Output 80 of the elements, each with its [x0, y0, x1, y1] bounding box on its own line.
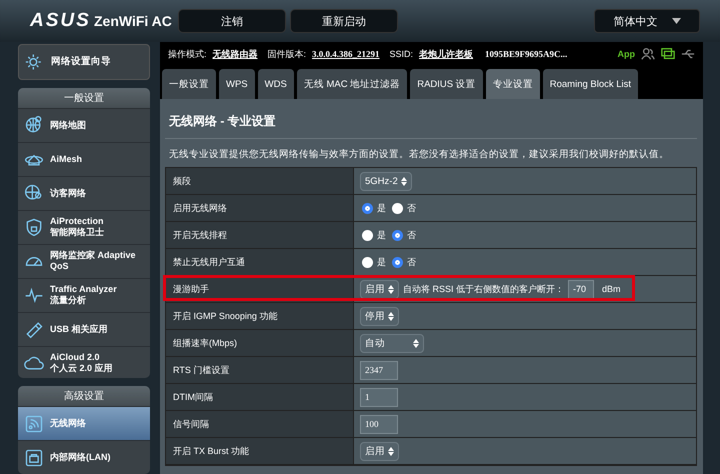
sidebar-item[interactable]: 内部网络(LAN)	[18, 440, 150, 474]
tab[interactable]: 一般设置	[162, 69, 216, 99]
radio-label: 是	[377, 256, 386, 268]
lan-icon	[24, 448, 44, 468]
sidebar-item[interactable]: 网络监控家 Adaptive QoS	[18, 244, 150, 278]
sidebar-item[interactable]: 网络地图	[18, 108, 150, 142]
setting-label: 禁止无线用户互通	[166, 249, 353, 275]
app-link[interactable]: App	[618, 49, 635, 59]
panel-title: 无线网络 - 专业设置	[165, 99, 697, 139]
ssid-text: 1095BE9F9695A9C...	[485, 49, 568, 59]
header-button[interactable]: 重新启动	[290, 9, 398, 33]
updown-arrow-icon	[388, 284, 394, 294]
sidebar-item[interactable]: AiProtection 智能网络卫士	[18, 210, 150, 244]
users-icon[interactable]	[641, 47, 655, 61]
radio-label: 是	[377, 228, 386, 242]
brand-logo: ASUS	[30, 10, 86, 32]
globe-icon	[24, 115, 44, 136]
sidebar-item[interactable]: Traffic Analyzer 流量分析	[18, 278, 150, 312]
shield-icon	[24, 217, 44, 238]
radio-button[interactable]	[362, 202, 373, 214]
tab[interactable]: 无线 MAC 地址过滤器	[296, 69, 408, 99]
setup-wizard-button[interactable]: 网络设置向导	[18, 44, 150, 80]
input-field[interactable]: -70	[568, 280, 594, 298]
setting-label: RTS 门槛设置	[166, 357, 353, 383]
updown-arrow-icon	[388, 312, 394, 320]
tab[interactable]: WDS	[258, 69, 294, 99]
dropdown[interactable]: 启用	[360, 280, 399, 298]
radio-button[interactable]	[392, 230, 403, 240]
setting-label: DTIM间隔	[166, 384, 353, 410]
setting-label: 开启 IGMP Snooping 功能	[166, 303, 353, 329]
input-field[interactable]: 1	[360, 388, 398, 406]
wifi-icon	[24, 414, 44, 434]
info-label: 操作模式:	[168, 48, 207, 60]
product-name: ZenWiFi AC	[94, 13, 173, 29]
monitor-icon[interactable]	[661, 47, 675, 61]
input-field[interactable]: 2347	[360, 360, 398, 380]
dropdown[interactable]: 自动	[360, 334, 424, 352]
dropdown[interactable]: 启用	[360, 442, 399, 460]
firmware-link[interactable]: 3.0.0.4.386_21291	[312, 49, 380, 59]
sidebar-item[interactable]: 访客网络	[18, 176, 150, 210]
radio-button[interactable]	[362, 256, 373, 268]
updown-arrow-icon	[413, 338, 419, 348]
tab[interactable]: 专业设置	[486, 69, 540, 99]
info-label: 固件版本:	[268, 48, 306, 60]
radio-label: 是	[377, 202, 386, 214]
info-label: SSID:	[390, 49, 414, 59]
setting-label: 组播速率(Mbps)	[166, 330, 353, 356]
sidebar-item[interactable]: 无线网络	[18, 406, 150, 440]
language-dropdown[interactable]: 简体中文	[594, 9, 700, 33]
setting-label: 启用无线网络	[166, 195, 353, 221]
header-button[interactable]: 注销	[178, 9, 286, 33]
setting-label: 开启无线排程	[166, 222, 353, 248]
roaming-description: 自动将 RSSI 低于右侧数值的客户断开：	[403, 282, 564, 296]
sidebar-item[interactable]: AiMesh	[18, 142, 150, 176]
radio-button[interactable]	[392, 202, 403, 214]
radio-label: 否	[407, 256, 416, 268]
tab[interactable]: RADIUS 设置	[410, 69, 483, 99]
radio-button[interactable]	[392, 256, 403, 268]
setting-label: 信号间隔	[166, 411, 353, 437]
mode-link[interactable]: 无线路由器	[212, 48, 258, 60]
tab[interactable]: Roaming Block List	[542, 69, 638, 99]
radio-label: 否	[407, 228, 416, 242]
sidebar-item[interactable]: AiCloud 2.0 个人云 2.0 应用	[18, 346, 150, 378]
setting-label: 开启 TX Burst 功能	[166, 438, 353, 464]
radio-label: 否	[407, 202, 416, 214]
panel-description: 无线专业设置提供您无线网络传输与效率方面的设置。若您没有选择适合的设置，建议采用我们校调好的默认值。	[168, 148, 670, 162]
unit-label: dBm	[602, 284, 621, 294]
dropdown[interactable]: 5GHz-2	[360, 172, 412, 190]
ssid-link[interactable]: 老炮儿许老板	[419, 48, 474, 60]
section-header: 一般设置	[18, 88, 150, 108]
tab[interactable]: WPS	[219, 69, 255, 99]
sidebar-item[interactable]: USB 相关应用	[18, 312, 150, 346]
updown-arrow-icon	[400, 176, 407, 186]
setting-label: 频段	[166, 168, 353, 194]
section-header: 高级设置	[18, 386, 150, 406]
radio-button[interactable]	[362, 230, 373, 240]
updown-arrow-icon	[388, 446, 394, 456]
input-field[interactable]: 100	[360, 414, 398, 434]
caret-icon	[672, 18, 680, 24]
dropdown[interactable]: 停用	[360, 306, 399, 326]
